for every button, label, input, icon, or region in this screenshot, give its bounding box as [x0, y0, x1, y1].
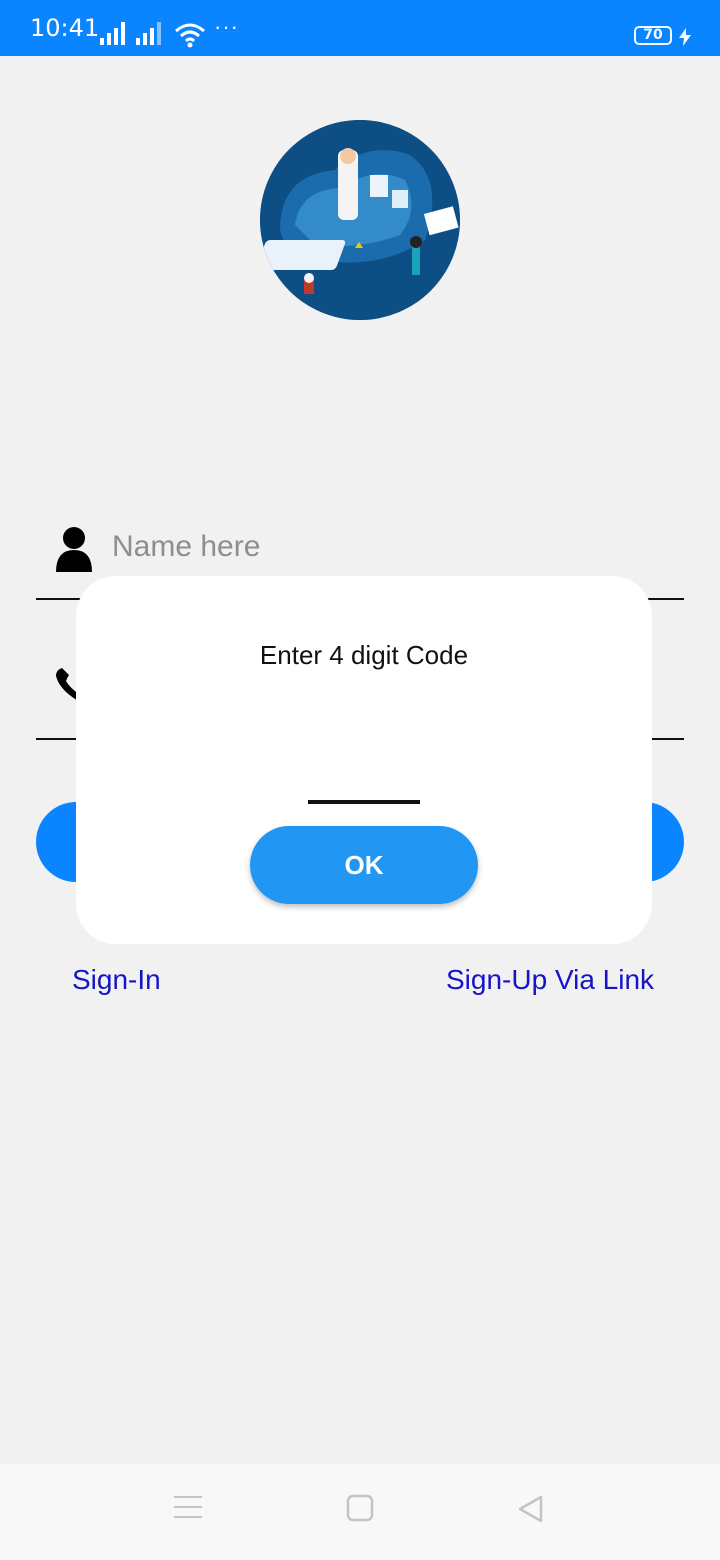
sign-in-link[interactable]: Sign-In [72, 964, 161, 996]
user-icon [56, 527, 92, 572]
ok-button[interactable]: OK [250, 826, 478, 904]
battery-level: 70 [643, 27, 663, 43]
more-notifications-icon: ··· [214, 14, 239, 39]
signal-2-icon [136, 22, 161, 45]
status-time: 10:41 [30, 14, 100, 42]
name-input[interactable] [112, 530, 612, 564]
menu-icon[interactable] [174, 1494, 202, 1520]
verification-code-dialog: Enter 4 digit Code OK [76, 576, 652, 944]
home-square-icon[interactable] [346, 1494, 374, 1522]
dialog-title: Enter 4 digit Code [259, 640, 469, 670]
wifi-icon [175, 23, 205, 48]
telemedicine-illustration [260, 120, 460, 320]
back-triangle-icon[interactable] [516, 1494, 544, 1524]
signal-icon [100, 22, 125, 45]
sign-up-via-link-link[interactable]: Sign-Up Via Link [446, 964, 654, 996]
battery-icon: 70 [634, 26, 672, 45]
illustration-art [260, 120, 460, 320]
charging-bolt-icon [679, 28, 691, 46]
system-nav-bar [0, 1464, 720, 1560]
code-input[interactable] [308, 760, 420, 804]
status-bar: 10:41 ··· 70 [0, 0, 720, 56]
